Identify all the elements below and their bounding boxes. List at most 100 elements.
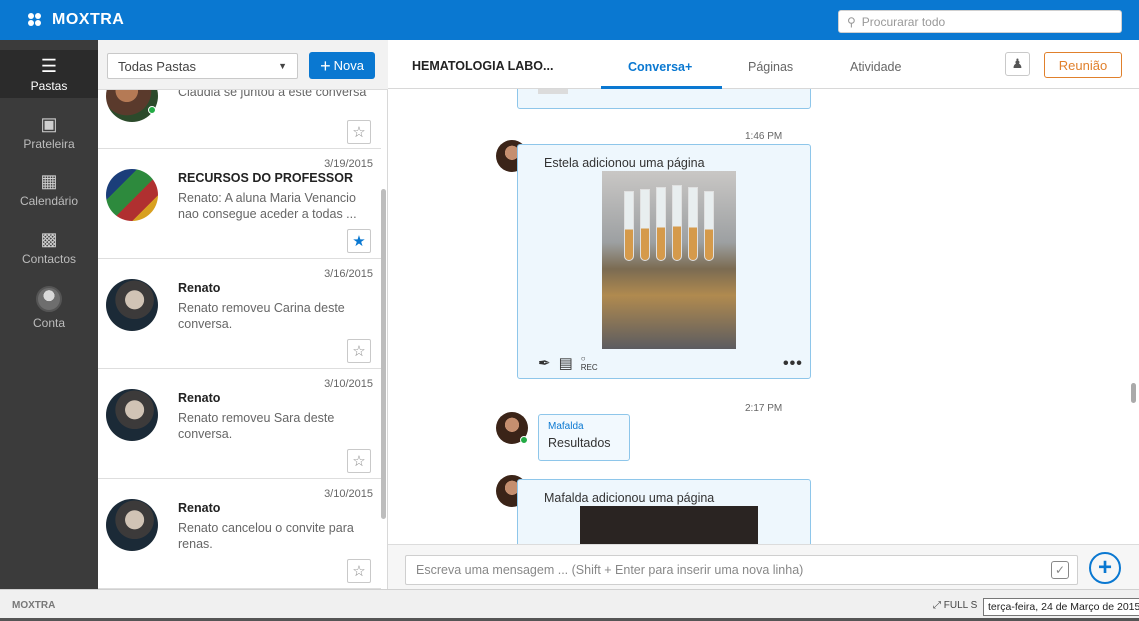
- conversation-name: Renato: [178, 391, 221, 405]
- composer: Escreva uma mensagem ... (Shift + Enter …: [388, 544, 1139, 589]
- left-nav: ☰ Pastas ▣ Prateleira ▦ Calendário ▩ Con…: [0, 40, 98, 589]
- star-icon[interactable]: ☆: [347, 559, 371, 583]
- binder-pane: HEMATOLOGIA LABO... Conversa+ Páginas At…: [388, 40, 1139, 589]
- previous-page-card[interactable]: [517, 89, 811, 109]
- footer-brand: MOXTRA: [12, 600, 56, 611]
- moxtra-logo-icon: [28, 13, 46, 27]
- list-item[interactable]: 3/19/2015 RECURSOS DO PROFESSOR Renato: …: [98, 149, 381, 259]
- message-text: Resultados: [548, 436, 611, 450]
- conversation-preview: Renato removeu Carina deste conversa.: [178, 301, 345, 331]
- shelf-icon: ▣: [40, 114, 58, 134]
- conversation-name: Renato: [178, 501, 221, 515]
- message-input-placeholder: Escreva uma mensagem ... (Shift + Enter …: [416, 563, 804, 577]
- conversation-preview: Renato removeu Sara deste conversa.: [178, 411, 335, 441]
- nav-item-calendario[interactable]: ▦ Calendário: [0, 171, 98, 208]
- conversation-preview: Renato: A aluna Maria Venancio nao conse…: [178, 191, 357, 221]
- message-input[interactable]: Escreva uma mensagem ... (Shift + Enter …: [405, 555, 1078, 585]
- message-author: Mafalda: [548, 421, 584, 432]
- conversation-name: Renato: [178, 281, 221, 295]
- page-image[interactable]: [602, 171, 736, 349]
- list-toolbar: Todas Pastas ▼ + Nova: [98, 40, 388, 90]
- brand-logo[interactable]: MOXTRA: [28, 11, 124, 29]
- page-added-card[interactable]: Mafalda adicionou uma página: [517, 479, 811, 544]
- comment-icon[interactable]: ▤: [559, 354, 573, 372]
- plus-icon: +: [320, 55, 331, 76]
- image-detail: [688, 187, 698, 261]
- fullscreen-button[interactable]: ⤢ FULL S: [933, 600, 977, 611]
- conversation-preview: Renato cancelou o convite para renas.: [178, 521, 354, 551]
- nav-label: Conta: [32, 316, 66, 330]
- conversation-preview: Claudia se juntou a este conversa: [178, 90, 367, 99]
- list-item[interactable]: 3/10/2015 Renato Renato cancelou o convi…: [98, 479, 381, 589]
- footer-bar: MOXTRA ⤢ FULL S terça-feira, 24 de Março…: [0, 589, 1139, 621]
- date-tooltip: terça-feira, 24 de Março de 2015: [983, 598, 1139, 616]
- list-item[interactable]: 3/10/2015 Renato Renato removeu Sara des…: [98, 369, 381, 479]
- caret-down-icon: ▼: [278, 61, 287, 71]
- fullscreen-label: FULL S: [943, 600, 978, 611]
- image-detail: [624, 191, 634, 261]
- nav-label: Contactos: [21, 252, 77, 266]
- tab-conversa[interactable]: Conversa+: [628, 60, 692, 74]
- record-icon[interactable]: ○ REC: [581, 354, 598, 372]
- card-text: Estela adicionou uma página: [544, 156, 705, 170]
- binder-header: HEMATOLOGIA LABO... Conversa+ Páginas At…: [388, 40, 1139, 89]
- conversation-avatar: [106, 389, 158, 441]
- conversation-list: Todas Pastas ▼ + Nova Claudia se juntou …: [98, 40, 388, 589]
- page-thumbnail: [538, 89, 568, 94]
- nav-label: Pastas: [30, 79, 68, 93]
- star-icon[interactable]: ☆: [347, 120, 371, 144]
- nav-item-contactos[interactable]: ▩ Contactos: [0, 229, 98, 266]
- chat-bubble[interactable]: Mafalda Resultados: [538, 414, 630, 461]
- new-binder-button[interactable]: + Nova: [309, 52, 375, 79]
- message-time: 1:46 PM: [745, 131, 783, 142]
- nav-label: Prateleira: [23, 137, 75, 151]
- contacts-icon: ▩: [40, 229, 58, 249]
- online-indicator: [520, 436, 528, 444]
- image-detail: [704, 191, 714, 261]
- pen-icon[interactable]: ✒: [538, 354, 551, 372]
- image-detail: [672, 185, 682, 261]
- more-options-icon[interactable]: •••: [783, 355, 803, 373]
- list-item[interactable]: Claudia se juntou a este conversa ☆: [98, 90, 381, 149]
- message-time: 2:17 PM: [745, 403, 783, 414]
- star-filled-icon[interactable]: ★: [347, 229, 371, 253]
- brand-name: MOXTRA: [52, 11, 125, 28]
- list-item[interactable]: 3/16/2015 Renato Renato removeu Carina d…: [98, 259, 381, 369]
- conversation-date: 3/10/2015: [324, 488, 373, 500]
- search-input[interactable]: ⚲ Procurarar todo: [838, 10, 1122, 33]
- conversation-date: 3/19/2015: [324, 158, 373, 170]
- folder-dropdown-value: Todas Pastas: [118, 58, 197, 74]
- top-bar: MOXTRA ⚲ Procurarar todo: [0, 0, 1139, 40]
- members-settings-icon[interactable]: ♟: [1005, 52, 1030, 76]
- stream-scrollbar[interactable]: [1131, 383, 1136, 403]
- rec-label: REC: [580, 363, 598, 372]
- page-added-card[interactable]: Estela adicionou uma página ✒ ▤ ○ REC •••: [517, 144, 811, 379]
- search-placeholder: Procurarar todo: [861, 14, 946, 29]
- conversation-avatar: [106, 279, 158, 331]
- conversation-name: RECURSOS DO PROFESSOR: [178, 171, 354, 185]
- expand-icon: ⤢: [933, 600, 941, 611]
- nav-item-conta[interactable]: Conta: [0, 286, 98, 330]
- new-button-label: Nova: [333, 58, 364, 73]
- folder-dropdown[interactable]: Todas Pastas ▼: [107, 53, 298, 79]
- star-icon[interactable]: ☆: [347, 449, 371, 473]
- meeting-button[interactable]: Reunião: [1044, 52, 1122, 78]
- todo-check-icon[interactable]: ✓: [1051, 561, 1069, 579]
- image-detail: [656, 187, 666, 261]
- list-icon: ☰: [40, 56, 58, 76]
- nav-item-prateleira[interactable]: ▣ Prateleira: [0, 114, 98, 151]
- page-image[interactable]: [580, 506, 758, 544]
- conversation-avatar: [106, 499, 158, 551]
- star-icon[interactable]: ☆: [347, 339, 371, 363]
- add-plus-icon[interactable]: +: [1089, 552, 1121, 584]
- app-window: MOXTRA ⚲ Procurarar todo ☰ Pastas ▣ Prat…: [0, 0, 1139, 621]
- conversation-stream: 1:46 PM Estela adicionou uma página ✒ ▤ …: [388, 89, 1139, 544]
- tab-atividade[interactable]: Atividade: [850, 60, 901, 74]
- card-actions: ✒ ▤ ○ REC: [538, 354, 598, 372]
- card-text: Mafalda adicionou uma página: [544, 491, 715, 505]
- online-indicator: [148, 106, 156, 114]
- search-icon: ⚲: [847, 14, 856, 29]
- tab-paginas[interactable]: Páginas: [748, 60, 793, 74]
- nav-item-pastas[interactable]: ☰ Pastas: [0, 50, 98, 98]
- list-scrollbar[interactable]: [381, 189, 386, 519]
